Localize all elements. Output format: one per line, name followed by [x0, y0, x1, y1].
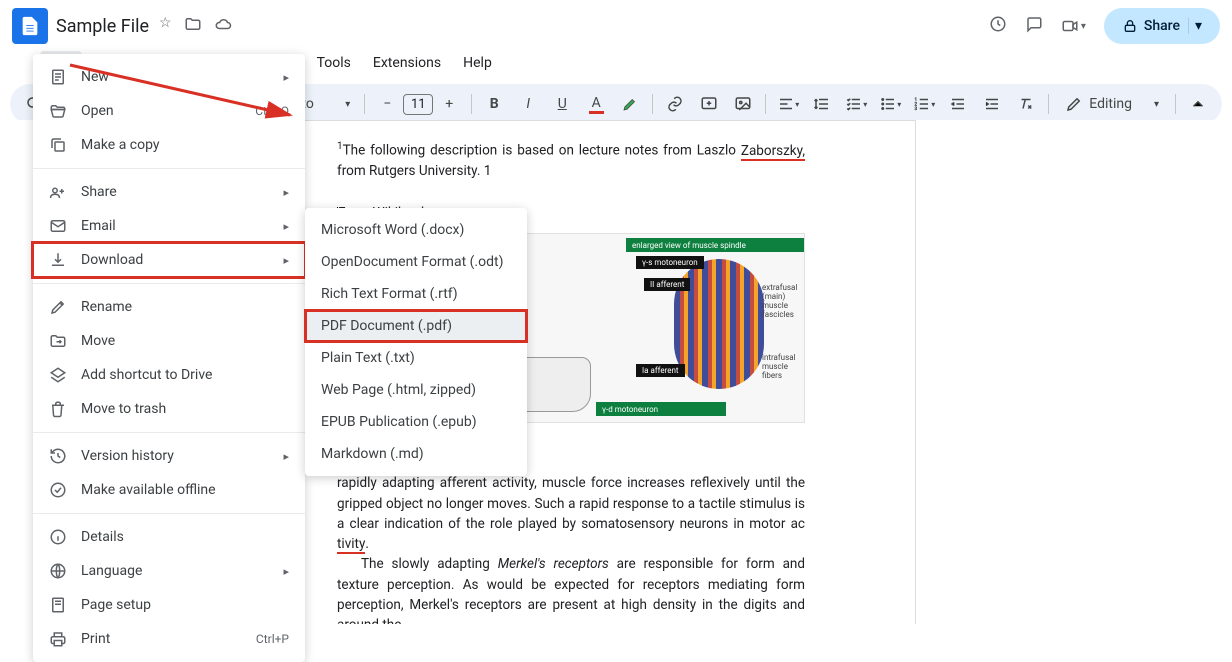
- download-option-web-page-html-zipped-[interactable]: Web Page (.html, zipped): [305, 374, 527, 406]
- file-menu-item-open[interactable]: OpenCtrl+O: [33, 94, 305, 128]
- cloud-status-icon[interactable]: [214, 15, 232, 37]
- increase-indent-button[interactable]: [976, 88, 1008, 120]
- open-icon: [49, 102, 67, 120]
- download-option-opendocument-format-odt-[interactable]: OpenDocument Format (.odt): [305, 246, 527, 278]
- star-icon[interactable]: ☆: [159, 15, 172, 37]
- move-icon: [49, 332, 67, 350]
- meet-icon[interactable]: ▾: [1061, 17, 1086, 35]
- download-option-epub-publication-epub-[interactable]: EPUB Publication (.epub): [305, 406, 527, 438]
- file-menu-item-page-setup[interactable]: Page setup: [33, 588, 305, 622]
- copy-icon: [49, 136, 67, 154]
- file-menu-item-details[interactable]: Details: [33, 520, 305, 554]
- offline-icon: [49, 481, 67, 499]
- collapse-toolbar-icon[interactable]: [1182, 88, 1214, 120]
- file-menu-item-make-available-offline[interactable]: Make available offline: [33, 473, 305, 507]
- docs-app-icon[interactable]: [12, 8, 48, 44]
- share-icon: [49, 183, 67, 201]
- download-option-microsoft-word-docx-[interactable]: Microsoft Word (.docx): [305, 214, 527, 246]
- document-title[interactable]: Sample File: [56, 16, 149, 37]
- doc-icon: [49, 68, 67, 86]
- bulleted-list-button[interactable]: ▾: [874, 88, 906, 120]
- insert-link-button[interactable]: [659, 88, 691, 120]
- download-option-markdown-md-[interactable]: Markdown (.md): [305, 438, 527, 470]
- download-icon: [49, 251, 67, 269]
- move-folder-icon[interactable]: [184, 15, 202, 37]
- decrease-font-size[interactable]: −: [371, 88, 403, 120]
- file-menu-item-make-a-copy[interactable]: Make a copy: [33, 128, 305, 162]
- underline-button[interactable]: U: [546, 88, 578, 120]
- pagesetup-icon: [49, 596, 67, 614]
- text-color-button[interactable]: A: [580, 88, 612, 120]
- globe-icon: [49, 562, 67, 580]
- download-option-rich-text-format-rtf-[interactable]: Rich Text Format (.rtf): [305, 278, 527, 310]
- file-menu-item-email[interactable]: Email▸: [33, 209, 305, 243]
- mail-icon: [49, 217, 67, 235]
- file-menu-item-new[interactable]: New▸: [33, 60, 305, 94]
- menu-extensions[interactable]: Extensions: [363, 51, 451, 75]
- file-menu-item-add-shortcut-to-drive[interactable]: Add shortcut to Drive: [33, 358, 305, 392]
- print-icon: [49, 630, 67, 648]
- highlight-button[interactable]: [614, 88, 646, 120]
- editing-mode-button[interactable]: Editing ▾: [1055, 89, 1169, 119]
- shortcut-icon: [49, 366, 67, 384]
- share-button[interactable]: Share ▾: [1104, 8, 1220, 44]
- history-icon: [49, 447, 67, 465]
- insert-image-button[interactable]: [727, 88, 759, 120]
- rename-icon: [49, 298, 67, 316]
- share-dropdown-icon[interactable]: ▾: [1188, 18, 1202, 34]
- increase-font-size[interactable]: +: [433, 88, 465, 120]
- add-comment-button[interactable]: [693, 88, 725, 120]
- download-option-plain-text-txt-[interactable]: Plain Text (.txt): [305, 342, 527, 374]
- checklist-button[interactable]: ▾: [840, 88, 872, 120]
- menu-tools[interactable]: Tools: [307, 51, 361, 75]
- clear-formatting-button[interactable]: [1010, 88, 1042, 120]
- file-menu-item-version-history[interactable]: Version history▸: [33, 439, 305, 473]
- bold-button[interactable]: B: [478, 88, 510, 120]
- file-menu-item-print[interactable]: PrintCtrl+P: [33, 622, 305, 656]
- file-menu-item-share[interactable]: Share▸: [33, 175, 305, 209]
- file-menu-item-language[interactable]: Language▸: [33, 554, 305, 588]
- align-button[interactable]: ▾: [772, 88, 804, 120]
- download-submenu: Microsoft Word (.docx)OpenDocument Forma…: [305, 208, 527, 476]
- decrease-indent-button[interactable]: [942, 88, 974, 120]
- trash-icon: [49, 400, 67, 418]
- info-icon: [49, 528, 67, 546]
- font-size-input[interactable]: 11: [403, 94, 433, 115]
- file-menu-dropdown: New▸OpenCtrl+OMake a copy Share▸Email▸Dow…: [33, 54, 305, 662]
- numbered-list-button[interactable]: 123▾: [908, 88, 940, 120]
- file-menu-item-move-to-trash[interactable]: Move to trash: [33, 392, 305, 426]
- file-menu-item-rename[interactable]: Rename: [33, 290, 305, 324]
- file-menu-item-download[interactable]: Download▸: [33, 243, 305, 277]
- italic-button[interactable]: I: [512, 88, 544, 120]
- download-option-pdf-document-pdf-[interactable]: PDF Document (.pdf): [305, 310, 527, 342]
- svg-text:3: 3: [915, 106, 918, 112]
- line-spacing-button[interactable]: [806, 88, 838, 120]
- last-edit-icon[interactable]: [989, 15, 1007, 37]
- file-menu-item-move[interactable]: Move: [33, 324, 305, 358]
- comments-icon[interactable]: [1025, 15, 1043, 37]
- menu-help[interactable]: Help: [453, 51, 502, 75]
